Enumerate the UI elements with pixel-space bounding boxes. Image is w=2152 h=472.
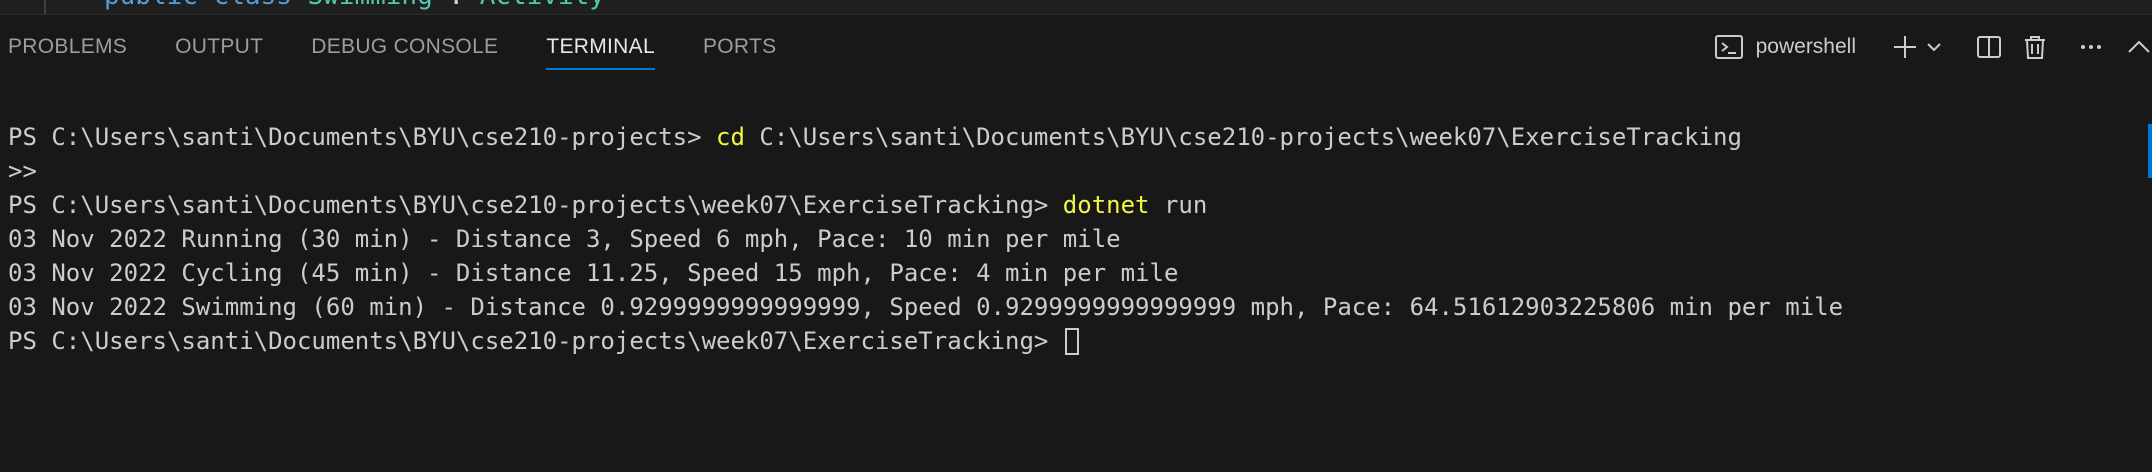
terminal-line: PS C:\Users\santi\Documents\BYU\cse210-p… [8,188,1843,222]
new-terminal-button[interactable] [1888,30,1922,64]
vscode-panel-window: public class Swimming : Activity PROBLEM… [0,0,2152,472]
output-line: 03 Nov 2022 Swimming (60 min) - Distance… [8,293,1844,321]
code-keyword: public class [104,0,308,11]
command: dotnet [1062,191,1150,219]
editor-area[interactable]: public class Swimming : Activity [0,0,2152,15]
command: cd [716,123,745,151]
split-terminal-icon [1975,33,2003,61]
chevron-up-icon [2126,34,2152,60]
prompt: PS C:\Users\santi\Documents\BYU\cse210-p… [8,191,1063,219]
tab-problems[interactable]: PROBLEMS [8,15,127,79]
prompt: PS C:\Users\santi\Documents\BYU\cse210-p… [8,327,1063,355]
terminal-body[interactable]: PS C:\Users\santi\Documents\BYU\cse210-p… [0,80,2140,472]
terminal-selector-button[interactable]: powershell [1714,32,1856,62]
command-args: run [1149,191,1208,219]
launch-profile-dropdown[interactable] [1922,30,1946,64]
chevron-down-icon [1925,38,1943,56]
output-line: 03 Nov 2022 Running (30 min) - Distance … [8,225,1121,253]
tab-ports[interactable]: PORTS [703,15,776,79]
terminal-shell-label: powershell [1755,35,1856,58]
tab-terminal[interactable]: TERMINAL [546,15,655,79]
plus-icon [1891,33,1919,61]
prompt: PS C:\Users\santi\Documents\BYU\cse210-p… [8,123,717,151]
terminal-output: PS C:\Users\santi\Documents\BYU\cse210-p… [8,120,1843,358]
panel-tabs: PROBLEMS OUTPUT DEBUG CONSOLE TERMINAL P… [8,15,776,79]
terminal-cursor[interactable] [1064,328,1079,355]
terminal-line: PS C:\Users\santi\Documents\BYU\cse210-p… [8,324,1843,358]
maximize-panel-button[interactable] [2126,30,2152,64]
indent-guide [44,0,46,14]
code-class-name: Swimming [308,0,433,11]
tab-output[interactable]: OUTPUT [175,15,263,79]
code-base-class: Activity [480,0,605,11]
command-args: C:\Users\santi\Documents\BYU\cse210-proj… [744,123,1742,151]
output-line: 03 Nov 2022 Cycling (45 min) - Distance … [8,259,1179,287]
panel-actions: powershell [1714,15,2152,79]
kill-terminal-button[interactable] [2018,30,2052,64]
scrollbar-marker[interactable] [2148,124,2152,178]
terminal-powershell-icon [1714,32,1744,62]
terminal-line: PS C:\Users\santi\Documents\BYU\cse210-p… [8,120,1843,154]
code-line: public class Swimming : Activity [104,0,605,11]
code-punctuation: : [433,0,480,11]
panel-header: PROBLEMS OUTPUT DEBUG CONSOLE TERMINAL P… [0,15,2152,79]
tab-debug-console[interactable]: DEBUG CONSOLE [311,15,498,79]
trash-icon [2021,33,2049,61]
terminal-line: >> [8,157,37,185]
ellipsis-icon [2077,33,2105,61]
split-terminal-button[interactable] [1972,30,2006,64]
more-actions-button[interactable] [2074,30,2108,64]
